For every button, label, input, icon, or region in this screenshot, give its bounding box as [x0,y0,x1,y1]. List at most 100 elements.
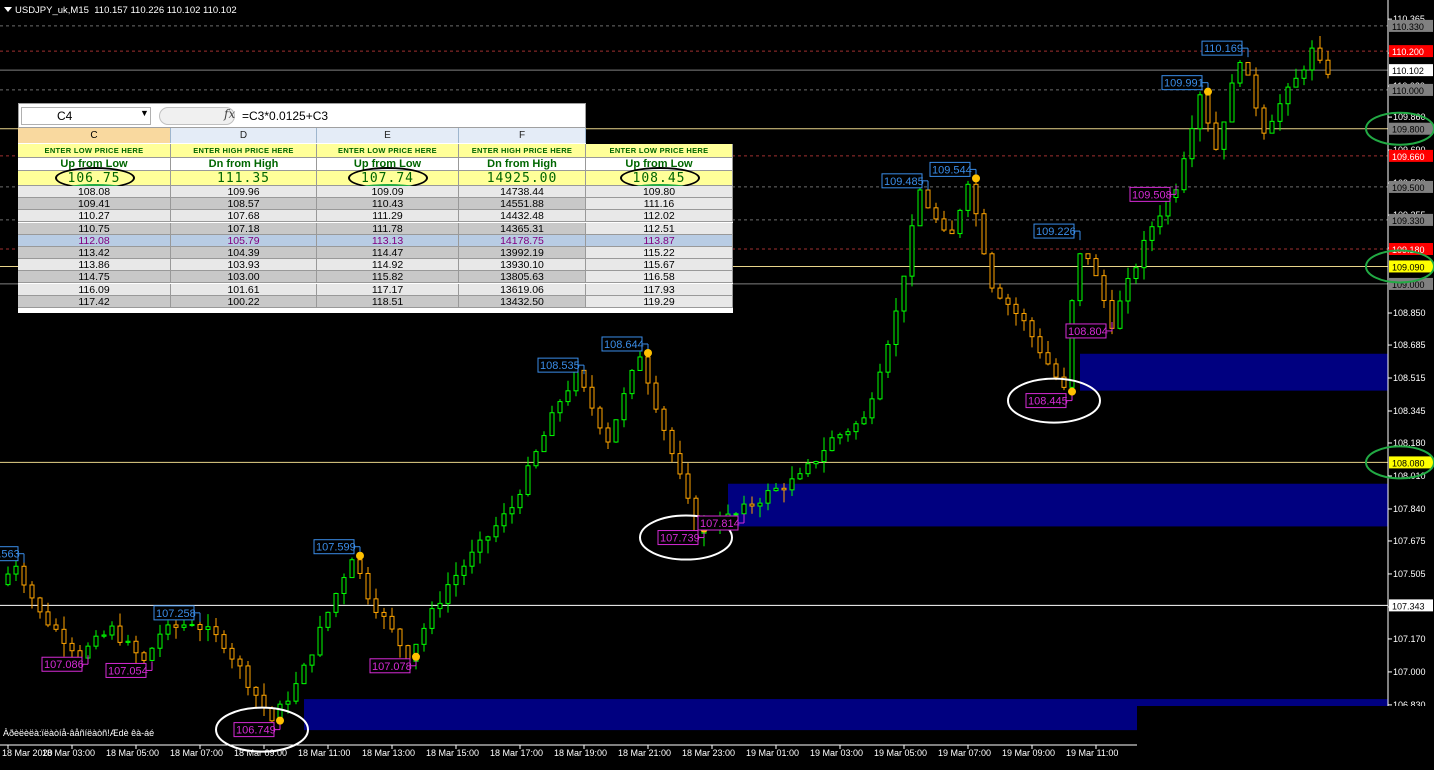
level-cell[interactable]: 107.18 [171,222,317,235]
level-cell[interactable]: 105.79 [171,234,317,247]
candle-body [125,640,131,643]
candle-body [501,513,507,527]
level-cell[interactable]: 111.16 [586,198,733,211]
candle-body [293,683,299,702]
level-cell[interactable]: 115.22 [586,247,733,259]
level-cell[interactable]: 115.67 [586,259,733,272]
candle-body [109,625,115,636]
swing-dot [276,716,284,725]
level-cell[interactable]: 109.80 [586,186,733,198]
level-cell[interactable]: 111.29 [317,210,459,223]
level-cell[interactable]: 108.08 [18,186,171,198]
column-header-f[interactable]: F [459,128,586,143]
level-cell[interactable]: 113.13 [317,234,459,247]
candle-body [221,634,227,649]
chevron-down-icon[interactable] [4,7,12,12]
level-cell[interactable]: 114.75 [18,271,171,284]
level-cell[interactable]: 13805.63 [459,271,586,284]
level-cell[interactable]: 108.57 [171,198,317,211]
level-cell[interactable]: 14738.44 [459,186,586,198]
price-input-cell[interactable]: 14925.00 [459,171,586,186]
level-cell[interactable]: 14365.31 [459,222,586,235]
enter-price-header[interactable]: ENTER LOW PRICE HERE [586,144,733,158]
level-cell[interactable]: 13432.50 [459,295,586,308]
candle-body [661,408,667,431]
level-cell[interactable]: 112.02 [586,210,733,223]
level-cell[interactable]: 114.47 [317,247,459,259]
enter-price-header[interactable]: ENTER HIGH PRICE HERE [171,144,317,158]
enter-price-header[interactable]: ENTER LOW PRICE HERE [317,144,459,158]
level-cell[interactable]: 103.93 [171,259,317,272]
y-tick-label: 108.685 [1393,340,1426,350]
level-cell[interactable]: 114.92 [317,259,459,272]
price-input-cell[interactable]: 111.35 [171,171,317,186]
spreadsheet-panel-secondary[interactable]: ENTER LOW PRICE HERE Up from Low 108.45 109… [586,144,733,313]
candle-body [445,584,451,604]
formula-input[interactable]: =C3*0.0125+C3 [239,107,584,125]
level-cell[interactable]: 103.00 [171,271,317,284]
candle-body [1045,352,1051,365]
level-cell[interactable]: 117.93 [586,283,733,296]
namebox-dropdown-icon[interactable]: ▼ [140,108,149,118]
level-cell[interactable]: 115.82 [317,271,459,284]
level-cell[interactable]: 117.17 [317,283,459,296]
price-marker-label: 108.080 [1392,458,1425,468]
candle-body [1125,277,1131,302]
level-cell[interactable]: 104.39 [171,247,317,259]
candle-body [349,559,355,579]
level-cell[interactable]: 112.51 [586,222,733,235]
price-marker-label: 109.090 [1392,262,1425,272]
spreadsheet-panel[interactable]: C4 ▼ fx =C3*0.0125+C3 CDEF ENTER LOW PRI… [18,103,586,313]
level-cell[interactable]: 107.68 [171,210,317,223]
level-cell[interactable]: 119.29 [586,295,733,308]
candle-body [1101,275,1107,302]
level-cell[interactable]: 112.08 [18,234,171,247]
level-cell[interactable]: 116.58 [586,271,733,284]
enter-price-header[interactable]: ENTER HIGH PRICE HERE [459,144,586,158]
level-cell[interactable]: 14551.88 [459,198,586,211]
level-cell[interactable]: 113.87 [586,234,733,247]
candle-body [1149,226,1155,241]
direction-subheader[interactable]: Dn from High [459,158,586,171]
level-cell[interactable]: 109.96 [171,186,317,198]
level-cell[interactable]: 13930.10 [459,259,586,272]
level-cell[interactable]: 14178.75 [459,234,586,247]
candle-body [685,473,691,499]
level-cell[interactable]: 110.27 [18,210,171,223]
level-cell[interactable]: 109.09 [317,186,459,198]
fx-icon[interactable]: fx [224,107,235,121]
level-cell[interactable]: 109.41 [18,198,171,211]
column-header-c[interactable]: C [18,128,171,143]
enter-price-header[interactable]: ENTER LOW PRICE HERE [18,144,171,158]
level-cell[interactable]: 111.78 [317,222,459,235]
level-cell[interactable]: 100.22 [171,295,317,308]
level-cell[interactable]: 110.43 [317,198,459,211]
direction-subheader[interactable]: Dn from High [171,158,317,171]
candle-body [757,502,763,507]
x-tick-label: 18 Mar 03:00 [42,748,95,758]
column-header-e[interactable]: E [317,128,459,143]
level-cell[interactable]: 113.86 [18,259,171,272]
candle-body [213,626,219,636]
formula-bar: C4 ▼ fx =C3*0.0125+C3 [18,103,586,128]
level-cell[interactable]: 101.61 [171,283,317,296]
level-cell[interactable]: 113.42 [18,247,171,259]
level-cell[interactable]: 117.42 [18,295,171,308]
candle-body [1221,121,1227,150]
candle-body [1157,215,1163,228]
namebox[interactable]: C4 [21,107,151,125]
level-cell[interactable]: 13992.19 [459,247,586,259]
level-cell[interactable]: 14432.48 [459,210,586,223]
y-tick-label: 107.000 [1393,667,1426,677]
x-tick-label: 19 Mar 07:00 [938,748,991,758]
level-cell[interactable]: 110.75 [18,222,171,235]
column-header-d[interactable]: D [171,128,317,143]
level-cell[interactable]: 118.51 [317,295,459,308]
candle-body [909,225,915,277]
ohlc-label: 110.157 110.226 110.102 110.102 [94,5,237,16]
swing-dot [1068,387,1076,396]
candle-body [165,624,171,635]
level-cell[interactable]: 116.09 [18,283,171,296]
candle-body [357,559,363,574]
level-cell[interactable]: 13619.06 [459,283,586,296]
